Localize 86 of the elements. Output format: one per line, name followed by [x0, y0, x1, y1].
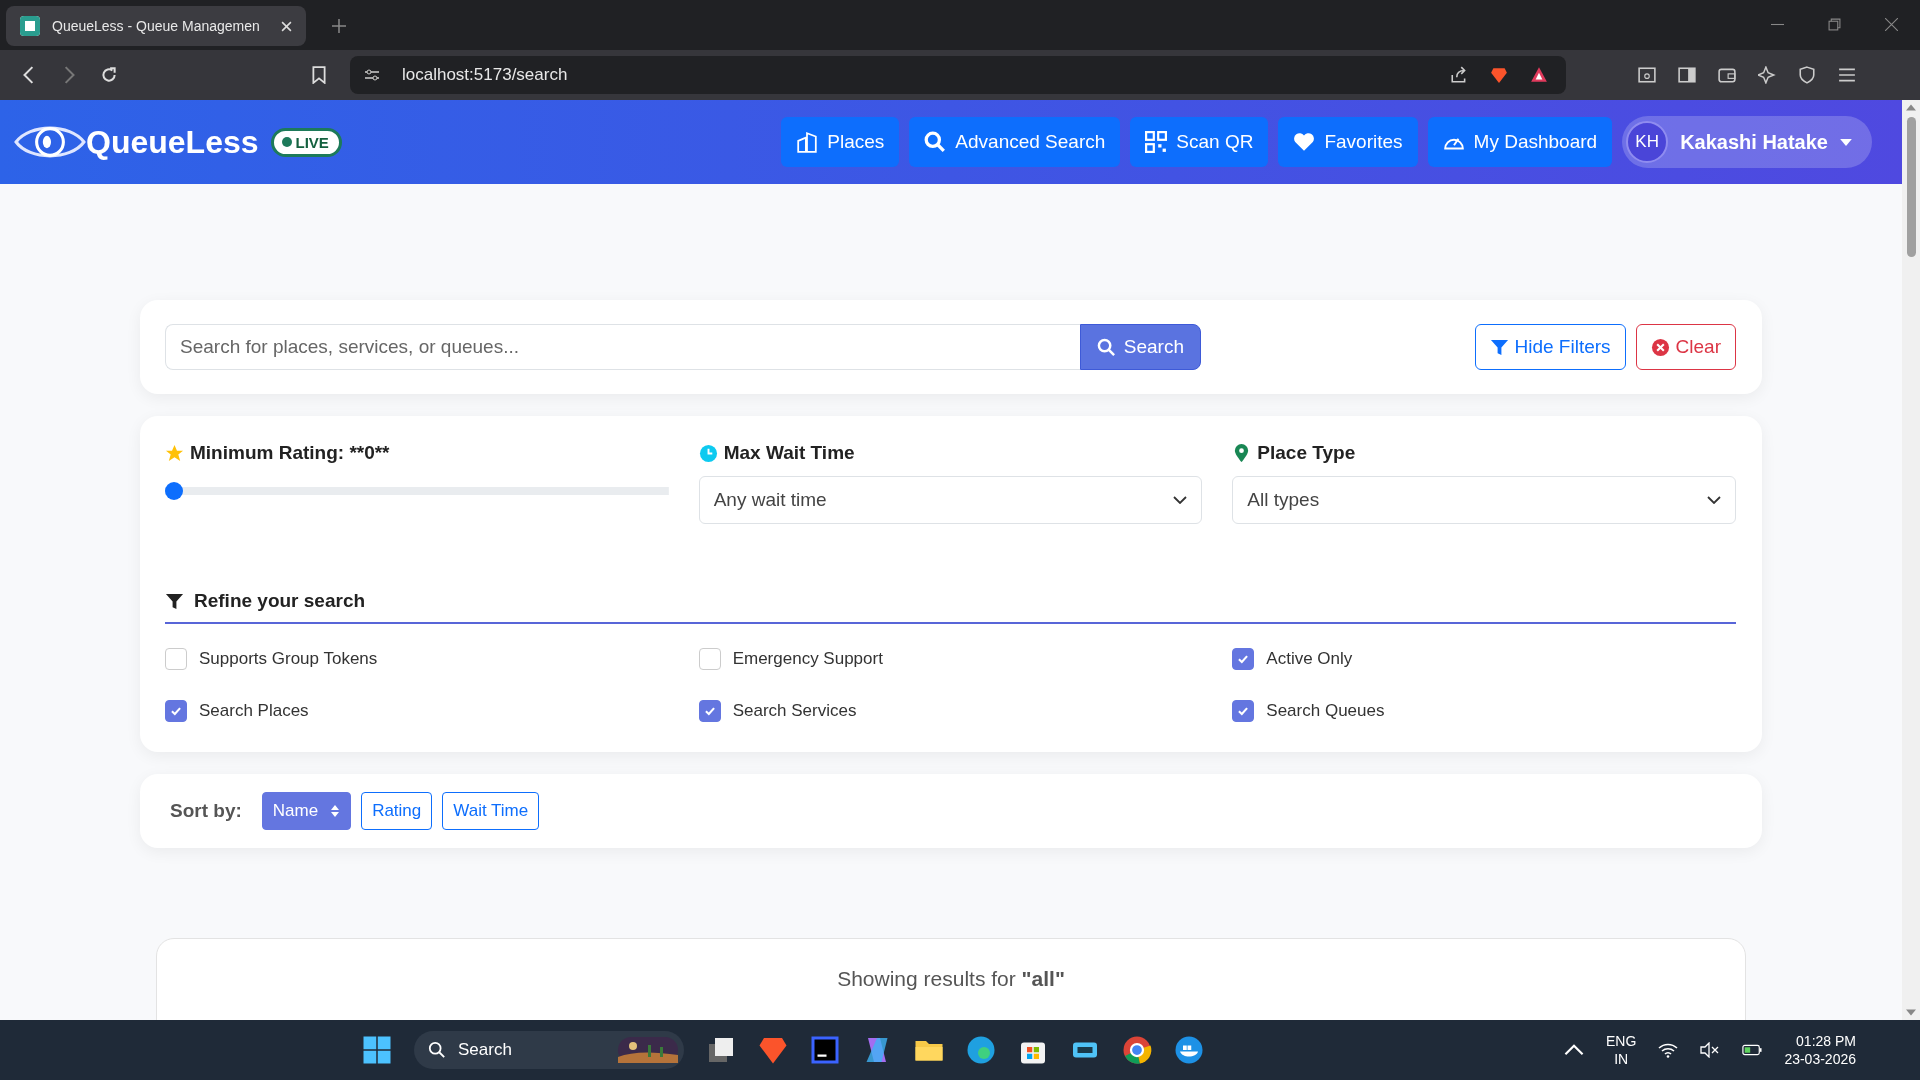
reload-icon[interactable]: [100, 66, 118, 84]
region-indicator[interactable]: IN: [1614, 1050, 1629, 1069]
nav-button[interactable]: My Dashboard: [1427, 117, 1613, 167]
sort-label: Sort by:: [170, 800, 242, 822]
wait-time-select[interactable]: Any wait time: [698, 476, 1203, 524]
scrollbar[interactable]: [1902, 100, 1920, 1020]
user-menu-button[interactable]: KH Kakashi Hatake: [1622, 116, 1872, 168]
search-icon: [924, 131, 947, 153]
live-badge: LIVE: [270, 127, 342, 157]
shield-icon[interactable]: [1798, 66, 1816, 84]
sort-icon: [330, 804, 341, 818]
restore-icon[interactable]: [1828, 18, 1841, 31]
checkbox[interactable]: [1232, 648, 1255, 670]
caret-icon: [1840, 138, 1852, 146]
search-button[interactable]: Search: [1079, 324, 1201, 370]
plus-icon[interactable]: [332, 19, 346, 33]
sort-option[interactable]: Name: [261, 792, 352, 830]
chevron-down-icon: [1707, 496, 1721, 504]
scroll-up-icon[interactable]: [1906, 104, 1916, 111]
nav-button[interactable]: Places: [781, 117, 900, 167]
taskbar-search-field[interactable]: Search: [414, 1031, 684, 1069]
search-icon: [428, 1041, 446, 1059]
wallet-icon[interactable]: [1718, 66, 1736, 84]
battery-icon[interactable]: [1742, 1042, 1763, 1058]
checkbox[interactable]: [165, 648, 187, 670]
checkbox[interactable]: [698, 648, 721, 670]
nav-button[interactable]: Scan QR: [1130, 117, 1269, 167]
clear-button[interactable]: Clear: [1635, 324, 1736, 370]
clock-time[interactable]: 01:28 PM: [1796, 1031, 1856, 1050]
bookmark-icon[interactable]: [310, 66, 328, 84]
sidebar-icon[interactable]: [1678, 66, 1696, 84]
language-indicator[interactable]: ENG: [1606, 1031, 1637, 1050]
search-field[interactable]: Search for places, services, or queues...: [165, 324, 1080, 370]
star-icon: [165, 443, 184, 463]
checkbox[interactable]: [165, 700, 187, 722]
scrollbar-thumb[interactable]: [1906, 117, 1916, 257]
filter-checkbox[interactable]: Search Services: [698, 700, 1203, 722]
brand-name[interactable]: QueueLess: [86, 123, 259, 161]
filter-checkbox[interactable]: Search Queues: [1232, 700, 1736, 722]
qr-code-icon: [1145, 131, 1168, 153]
browser-tab[interactable]: QueueLess - Queue Managemen: [6, 6, 306, 46]
close-circle-icon: [1650, 337, 1670, 357]
checkbox[interactable]: [698, 700, 721, 722]
sparkle-icon[interactable]: [1758, 66, 1776, 84]
user-avatar: KH: [1626, 121, 1669, 163]
site-settings-icon[interactable]: [364, 67, 380, 83]
heart-icon: [1293, 131, 1316, 153]
clock-date[interactable]: 23-03-2026: [1784, 1050, 1856, 1069]
sort-option[interactable]: Rating: [361, 792, 433, 830]
wifi-icon[interactable]: [1658, 1042, 1679, 1058]
clock-icon: [698, 443, 718, 463]
chevron-up-icon[interactable]: [1564, 1042, 1585, 1058]
address-bar[interactable]: localhost:5173/search: [350, 56, 1566, 94]
ide-icon[interactable]: [810, 1035, 840, 1065]
rating-label: Minimum Rating: **0**: [190, 442, 390, 464]
place-type-label: Place Type: [1257, 442, 1356, 464]
results-heading: Showing results for "all": [837, 967, 1065, 992]
menu-icon[interactable]: [1838, 66, 1856, 84]
nav-button[interactable]: Favorites: [1278, 117, 1418, 167]
refine-heading: Refine your search: [194, 590, 366, 612]
nav-button[interactable]: Advanced Search: [909, 117, 1121, 167]
place-type-select[interactable]: All types: [1232, 476, 1736, 524]
app-logo-icon: [20, 16, 40, 36]
share-icon[interactable]: [1450, 66, 1468, 84]
checkbox[interactable]: [1232, 700, 1255, 722]
scroll-down-icon[interactable]: [1906, 1009, 1916, 1016]
windows-start-icon[interactable]: [362, 1035, 392, 1065]
wait-time-label: Max Wait Time: [723, 442, 855, 464]
slider-thumb[interactable]: [165, 482, 183, 500]
building-icon: [796, 131, 819, 153]
search-icon: [1096, 337, 1116, 357]
reader-icon[interactable]: [1638, 66, 1656, 84]
sort-option[interactable]: Wait Time: [442, 792, 540, 830]
hide-filters-button[interactable]: Hide Filters: [1474, 324, 1626, 370]
filter-icon: [1489, 337, 1509, 357]
task-view-icon[interactable]: [706, 1035, 736, 1065]
filter-checkbox[interactable]: Emergency Support: [698, 648, 1203, 670]
chrome-icon[interactable]: [1122, 1035, 1152, 1065]
close-icon[interactable]: [1885, 18, 1898, 31]
triangle-icon[interactable]: [1530, 66, 1548, 84]
filter-checkbox[interactable]: Search Places: [165, 700, 669, 722]
filter-checkbox[interactable]: Active Only: [1232, 648, 1736, 670]
filter-icon: [165, 591, 184, 611]
muted-speaker-icon[interactable]: [1700, 1042, 1721, 1058]
filter-checkbox[interactable]: Supports Group Tokens: [165, 648, 669, 670]
chevron-down-icon: [1173, 496, 1188, 504]
